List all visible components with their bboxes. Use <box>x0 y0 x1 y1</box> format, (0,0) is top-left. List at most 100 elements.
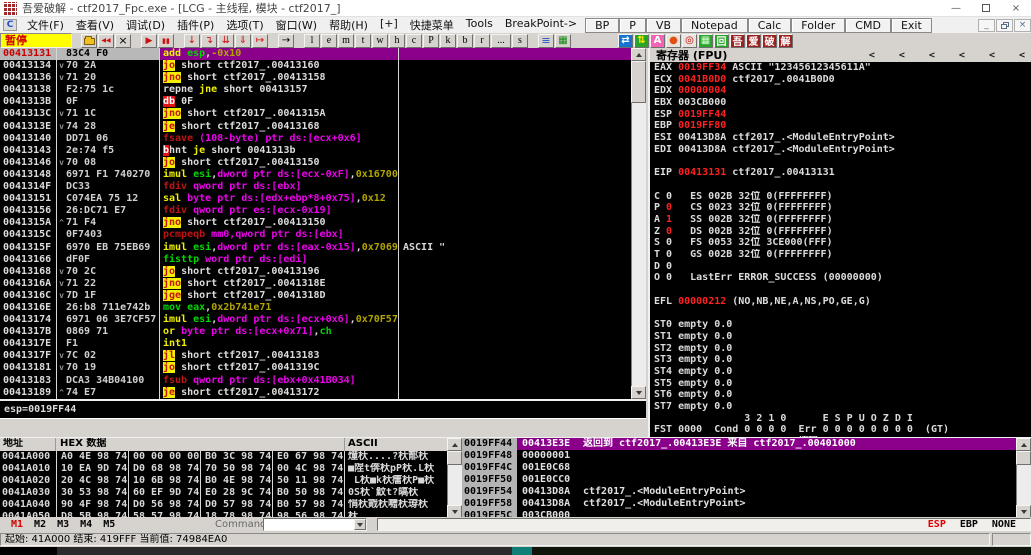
panel-shortcut-button-b[interactable]: b <box>457 34 473 48</box>
disasm-row[interactable]: 00413140DD71 06fsave (108-byte) ptr ds:[… <box>0 133 631 145</box>
menu-item-breakpoint[interactable]: BreakPoint-> <box>499 17 583 33</box>
options-list-button[interactable]: ≡ <box>538 34 554 48</box>
record-plugin-button[interactable]: ● <box>666 34 681 48</box>
register-line[interactable]: ST0 empty 0.0 <box>654 319 1031 331</box>
disasm-row[interactable]: 0041314FDC33fdiv qword ptr ds:[ebx] <box>0 181 631 193</box>
go-back-button[interactable]: ◀◀ <box>98 34 114 48</box>
register-line[interactable]: EDI 00413D8A ctf2017_.<ModuleEntryPoint> <box>654 144 1031 156</box>
disasm-row[interactable]: 0041316Av71 22jno short ctf2017_.0041318… <box>0 278 631 290</box>
register-line[interactable]: ST3 empty 0.0 <box>654 354 1031 366</box>
disasm-row[interactable]: 004131486971 F1 740270imul esi,dword ptr… <box>0 169 631 181</box>
collapse-section-button[interactable]: < <box>959 50 965 61</box>
mdi-minimize-button[interactable]: _ <box>978 19 995 32</box>
menu-item-f[interactable]: 文件(F) <box>21 17 70 33</box>
register-line[interactable]: C 0 ES 002B 32位 0(FFFFFFFF) <box>654 191 1031 203</box>
register-line[interactable] <box>654 307 1031 319</box>
disasm-row[interactable]: 004131432e:74 f5bhnt je short 0041313b <box>0 145 631 157</box>
register-line[interactable]: ST6 empty 0.0 <box>654 389 1031 401</box>
menu-item-v[interactable]: 查看(V) <box>70 17 120 33</box>
panel-shortcut-button-l[interactable]: l <box>304 34 320 48</box>
exit-plugin-button[interactable]: 回 <box>714 34 729 48</box>
scroll-up-icon[interactable] <box>1016 438 1031 451</box>
register-line[interactable]: EBX 003CB000 <box>654 97 1031 109</box>
ai-button[interactable]: 爱 <box>746 34 761 48</box>
dump-row[interactable]: 0041A03030 53 98 7460 EF 9D 74E0 28 9C 7… <box>0 487 462 499</box>
register-line[interactable] <box>654 284 1031 296</box>
disasm-row[interactable]: 0041313Cv71 1Cjno short ctf2017_.0041315… <box>0 108 631 120</box>
scroll-thumb[interactable] <box>1016 451 1031 465</box>
menu-item-w[interactable]: 窗口(W) <box>270 17 323 33</box>
animate-over-button[interactable]: ⇓ <box>235 34 251 48</box>
disasm-row[interactable]: 0041313Ev74 28je short ctf2017_.00413168 <box>0 121 631 133</box>
step-over-button[interactable]: ↴ <box>201 34 217 48</box>
scroll-thumb[interactable] <box>447 451 462 465</box>
wu-button[interactable]: 吾 <box>730 34 745 48</box>
memory-tab-m5[interactable]: M5 <box>103 519 115 530</box>
dump-row[interactable]: 0041A01010 EA 9D 74D0 68 98 7470 50 98 7… <box>0 463 462 475</box>
register-line[interactable]: 3 2 1 0 E S P U O Z D I <box>654 413 1031 425</box>
stack-row[interactable]: 0019FF5C003CB000 <box>462 510 1031 517</box>
disasm-row[interactable]: 0041313183C4 F0add esp,-0x10 <box>0 48 631 60</box>
menu-item-+[interactable]: [+] <box>374 17 404 33</box>
register-line[interactable]: ESP 0019FF44 <box>654 109 1031 121</box>
updown-plugin-button[interactable]: ⇅ <box>634 34 649 48</box>
disasm-row[interactable]: 0041315C0F7403pcmpeqb mm0,qword ptr ds:[… <box>0 229 631 241</box>
assemble-plugin-button[interactable]: A <box>650 34 665 48</box>
menu-button-bp[interactable]: BP <box>585 18 619 33</box>
panel-shortcut-button-t[interactable]: t <box>355 34 371 48</box>
disasm-row[interactable]: 0041315626:DC71 E7fdiv qword ptr es:[ecx… <box>0 205 631 217</box>
register-line[interactable]: T 0 GS 002B 32位 0(FFFFFFFF) <box>654 249 1031 261</box>
register-line[interactable]: ST2 empty 0.0 <box>654 343 1031 355</box>
memory-tab-m3[interactable]: M3 <box>57 519 69 530</box>
quick-label-ebp[interactable]: EBP <box>960 519 978 530</box>
menu-button-cmd[interactable]: CMD <box>845 18 891 33</box>
maximize-button[interactable] <box>971 0 1001 16</box>
disasm-row[interactable]: 00413134v70 2Ajo short ctf2017_.00413160 <box>0 60 631 72</box>
panel-shortcut-button-more[interactable]: ... <box>491 34 511 48</box>
menu-item-h[interactable]: 帮助(H) <box>323 17 374 33</box>
jie-button[interactable]: 解 <box>778 34 793 48</box>
register-line[interactable]: EDX 00000004 <box>654 85 1031 97</box>
target-plugin-button[interactable]: ◎ <box>682 34 697 48</box>
disasm-row[interactable]: 00413166dF0Ffisttp word ptr ds:[edi] <box>0 254 631 266</box>
close-button[interactable]: × <box>1001 0 1031 16</box>
register-line[interactable]: O 0 LastErr ERROR_SUCCESS (00000000) <box>654 272 1031 284</box>
close-process-button[interactable]: × <box>115 34 131 48</box>
disasm-row[interactable]: 00413168v70 2Cjo short ctf2017_.00413196 <box>0 266 631 278</box>
register-line[interactable]: D 0 <box>654 261 1031 273</box>
swap-plugin-button[interactable]: ⇄ <box>618 34 633 48</box>
goto-eip-button[interactable]: → <box>278 34 294 48</box>
stack-row[interactable]: 0019FF4400413E3E返回到 ctf2017_.00413E3E 来自… <box>462 438 1031 450</box>
disasm-row[interactable]: 00413183DCA3 34B04100fsub qword ptr ds:[… <box>0 375 631 387</box>
register-line[interactable]: ST4 empty 0.0 <box>654 366 1031 378</box>
step-into-button[interactable]: ↓ <box>184 34 200 48</box>
register-line[interactable]: FST 0000 Cond 0 0 0 0 Err 0 0 0 0 0 0 0 … <box>654 424 1031 436</box>
disasm-row[interactable]: 00413136v71 20jno short ctf2017_.0041315… <box>0 72 631 84</box>
panel-shortcut-button-m[interactable]: m <box>338 34 354 48</box>
panel-shortcut-button-P[interactable]: P <box>423 34 439 48</box>
disasm-row[interactable]: 00413138F2:75 1crepne jne short 00413157 <box>0 84 631 96</box>
panel-shortcut-button-s[interactable]: s <box>512 34 528 48</box>
stack-row[interactable]: 0019FF5400413D8Actf2017_.<ModuleEntryPoi… <box>462 486 1031 498</box>
stack-row[interactable]: 0019FF50001E0CC0 <box>462 474 1031 486</box>
disasm-row[interactable]: 004131746971 06 3E7CF57imul esi,dword pt… <box>0 314 631 326</box>
register-line[interactable]: ST5 empty 0.0 <box>654 378 1031 390</box>
disasm-row[interactable]: 0041317EF1int1 <box>0 338 631 350</box>
scroll-up-icon[interactable] <box>631 48 646 61</box>
stack-scrollbar[interactable] <box>1016 438 1031 517</box>
disasm-row[interactable]: 00413189^74 E7je short ctf2017_.00413172 <box>0 387 631 399</box>
panel-shortcut-button-h[interactable]: h <box>389 34 405 48</box>
execute-till-return-button[interactable]: ↦ <box>252 34 268 48</box>
register-line[interactable]: EAX 0019FF34 ASCII "12345612345611A" <box>654 62 1031 74</box>
child-window-icon[interactable]: C <box>3 19 17 31</box>
collapse-section-button[interactable]: < <box>929 50 935 61</box>
menu-button-exit[interactable]: Exit <box>891 18 932 33</box>
quick-label-none[interactable]: NONE <box>992 519 1016 530</box>
stack-row[interactable]: 0019FF5800413D8Actf2017_.<ModuleEntryPoi… <box>462 498 1031 510</box>
panel-shortcut-button-w[interactable]: w <box>372 34 388 48</box>
stack-row[interactable]: 0019FF4C001E0C68 <box>462 462 1031 474</box>
dump-row[interactable]: 0041A04090 4F 98 74D0 56 98 74D0 57 98 7… <box>0 499 462 511</box>
menu-item-t[interactable]: 选项(T) <box>220 17 269 33</box>
register-line[interactable]: ST7 empty 0.0 <box>654 401 1031 413</box>
disasm-row[interactable]: 00413146v70 08jo short ctf2017_.00413150 <box>0 157 631 169</box>
